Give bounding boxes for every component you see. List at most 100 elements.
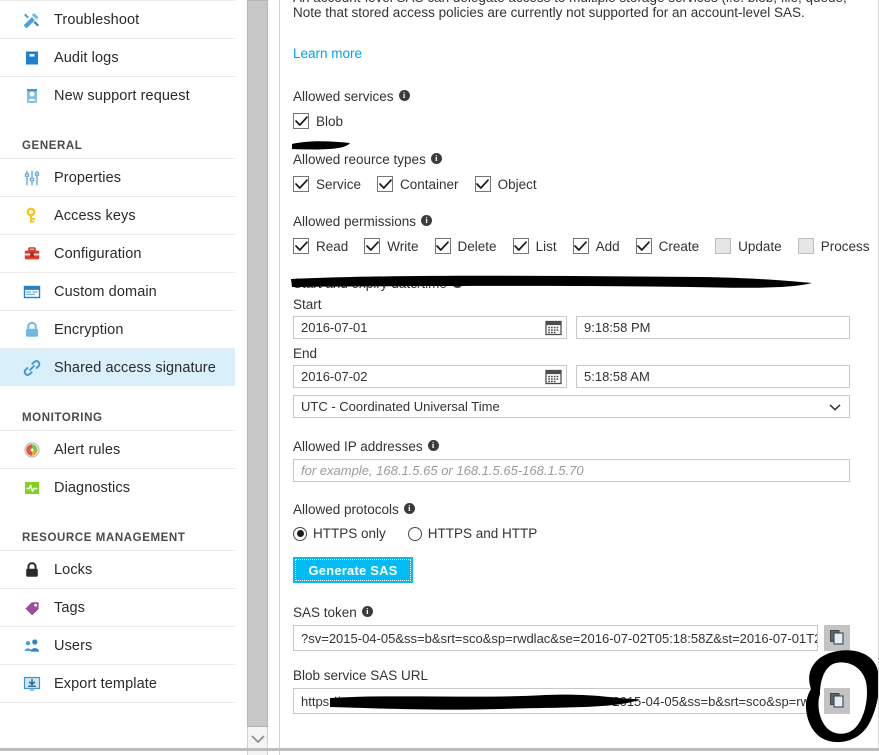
sidebar-item-access-keys[interactable]: Access keys: [0, 196, 235, 234]
end-time-input[interactable]: 5:18:58 AM: [576, 365, 850, 388]
sidebar-item-locks[interactable]: Locks: [0, 550, 235, 588]
checkbox-checked-icon[interactable]: [572, 238, 589, 254]
sidebar-item-audit-logs[interactable]: Audit logs: [0, 38, 235, 76]
link-chain-icon: [22, 358, 42, 378]
copy-sas-token-button[interactable]: [824, 625, 850, 651]
checkbox-unchecked-icon[interactable]: [797, 238, 814, 254]
book-icon: [22, 48, 42, 68]
sidebar-item-users[interactable]: Users: [0, 626, 235, 664]
info-icon[interactable]: i: [421, 215, 433, 226]
checkbox-create[interactable]: Create: [635, 238, 699, 254]
allowed-permissions-label-text: Allowed permissions: [293, 214, 417, 229]
sidebar-item-shared-access-signature[interactable]: Shared access signature: [0, 348, 235, 386]
sas-token-row: ?sv=2015-04-05&ss=b&srt=sco&sp=rwdlac&se…: [293, 625, 850, 651]
checkbox-checked-icon[interactable]: [293, 113, 309, 129]
checkbox-checked-icon[interactable]: [512, 238, 529, 254]
toolbox-icon: [22, 244, 42, 264]
generate-sas-button[interactable]: Generate SAS: [293, 557, 413, 583]
window-bottom-edge: [0, 748, 879, 751]
info-icon[interactable]: i: [398, 90, 410, 101]
info-icon[interactable]: i: [451, 277, 463, 288]
sidebar-item-new-support-request[interactable]: New support request: [0, 76, 235, 114]
checkbox-update[interactable]: Update: [715, 238, 782, 254]
info-icon[interactable]: i: [430, 153, 442, 164]
sidebar-group-resource-management: RESOURCE MANAGEMENT: [0, 506, 235, 550]
date-time-label: Start and expiry date/time i: [293, 276, 851, 291]
calendar-icon[interactable]: [545, 368, 562, 385]
info-icon[interactable]: i: [427, 440, 439, 451]
info-icon[interactable]: i: [403, 503, 415, 514]
key-icon: [22, 206, 42, 226]
radio-selected-icon[interactable]: [293, 526, 307, 541]
support-person-icon: [22, 86, 42, 106]
checkbox-list[interactable]: List: [512, 238, 557, 254]
radio-https-and-http[interactable]: HTTPS and HTTP: [407, 526, 537, 541]
checkbox-unchecked-icon[interactable]: [715, 238, 732, 254]
allowed-resource-types-label-text: Allowed reource types: [293, 152, 426, 167]
start-time-input[interactable]: 9:18:58 PM: [576, 316, 850, 339]
end-time-field[interactable]: 5:18:58 AM: [576, 365, 850, 388]
checkbox-label: Service: [316, 176, 362, 192]
checkbox-process[interactable]: Process: [797, 238, 870, 254]
sidebar-item-custom-domain[interactable]: Custom domain: [0, 272, 235, 310]
sidebar-item-alert-rules[interactable]: Alert rules: [0, 430, 235, 468]
sidebar-item-label: Access keys: [54, 207, 136, 224]
sidebar-scrollbar-thumb[interactable]: [247, 0, 268, 727]
sidebar-item-properties[interactable]: Properties: [0, 158, 235, 196]
checkbox-write[interactable]: Write: [364, 238, 419, 254]
sidebar-item-diagnostics[interactable]: Diagnostics: [0, 468, 235, 506]
checkbox-checked-icon[interactable]: [293, 176, 309, 192]
allowed-services-label-text: Allowed services: [293, 89, 394, 104]
checkbox-container[interactable]: Container: [377, 176, 459, 192]
info-icon[interactable]: i: [361, 606, 373, 617]
checkbox-checked-icon[interactable]: [635, 238, 652, 254]
allowed-permissions-checkbox-group: Read Write Delete List Add Create Update Proces…: [293, 238, 869, 254]
checkbox-checked-icon[interactable]: [474, 176, 491, 192]
sidebar-item-label: Diagnostics: [54, 479, 131, 496]
end-date-input[interactable]: 2016-07-02: [293, 365, 567, 388]
heartbeat-icon: [22, 478, 42, 498]
sidebar-item-label: Properties: [54, 169, 122, 186]
checkbox-checked-icon[interactable]: [434, 238, 451, 254]
end-date-field[interactable]: 2016-07-02: [293, 365, 567, 388]
sas-url-input[interactable]: https:// t/?sv=2015-04-05&ss=b&srt=sco&s…: [293, 688, 818, 714]
sidebar-item-tags[interactable]: Tags: [0, 588, 235, 626]
start-date-field[interactable]: 2016-07-01: [293, 316, 567, 339]
sidebar-item-label: Export template: [54, 675, 158, 692]
checkbox-checked-icon[interactable]: [377, 176, 394, 192]
checkbox-checked-icon[interactable]: [293, 238, 309, 254]
checkbox-add[interactable]: Add: [572, 238, 620, 254]
checkbox-service[interactable]: Service: [293, 176, 361, 192]
copy-sas-url-button[interactable]: [824, 688, 850, 714]
radio-label: HTTPS only: [313, 526, 386, 541]
browser-window-icon: [22, 282, 42, 302]
padlock-icon: [22, 320, 42, 340]
export-template-icon: [22, 674, 42, 694]
checkbox-label: Process: [820, 238, 870, 254]
sas-token-input[interactable]: ?sv=2015-04-05&ss=b&srt=sco&sp=rwdlac&se…: [293, 625, 818, 651]
start-date-input[interactable]: 2016-07-01: [293, 316, 567, 339]
sidebar-item-encryption[interactable]: Encryption: [0, 310, 235, 348]
sidebar-item-label: Configuration: [54, 245, 142, 262]
radio-https-only[interactable]: HTTPS only: [293, 526, 386, 541]
sidebar-item-label: Users: [54, 637, 93, 654]
checkbox-checked-icon[interactable]: [364, 238, 381, 254]
allowed-services-checkbox-group: Blob: [293, 113, 851, 129]
allowed-ip-input[interactable]: for example, 168.1.5.65 or 168.1.5.65-16…: [293, 459, 850, 482]
sidebar-group-monitoring: MONITORING: [0, 386, 235, 430]
end-label: End: [293, 346, 318, 361]
sidebar-item-configuration[interactable]: Configuration: [0, 234, 235, 272]
checkbox-object[interactable]: Object: [474, 176, 537, 192]
radio-unselected-icon[interactable]: [407, 526, 422, 541]
checkbox-blob[interactable]: Blob: [293, 113, 343, 129]
scroll-down-arrow-icon[interactable]: [247, 728, 268, 750]
sidebar-item-troubleshoot[interactable]: Troubleshoot: [0, 0, 235, 38]
start-time-field[interactable]: 9:18:58 PM: [576, 316, 850, 339]
calendar-icon[interactable]: [545, 319, 562, 336]
learn-more-link[interactable]: Learn more: [293, 46, 362, 61]
checkbox-label: Object: [497, 176, 537, 192]
timezone-select[interactable]: UTC - Coordinated Universal Time: [293, 395, 850, 418]
checkbox-delete[interactable]: Delete: [434, 238, 497, 254]
checkbox-read[interactable]: Read: [293, 238, 348, 254]
sidebar-item-export-template[interactable]: Export template: [0, 664, 235, 702]
